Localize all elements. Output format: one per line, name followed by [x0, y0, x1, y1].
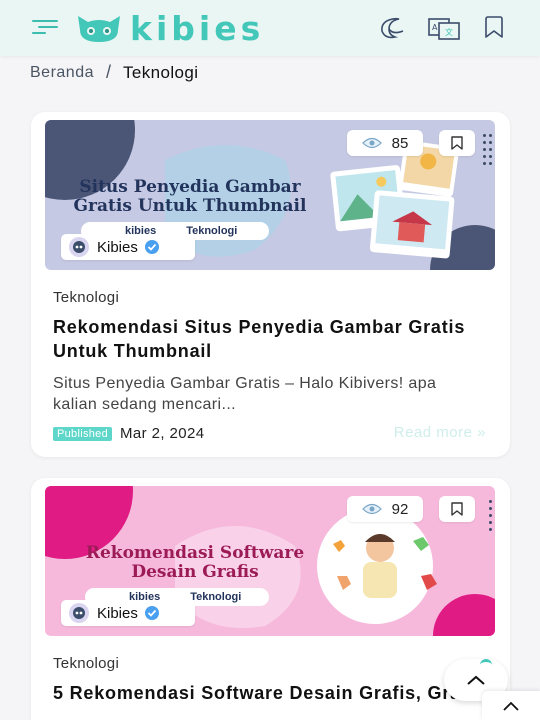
thumbnail-title: Situs Penyedia Gambar Gratis Untuk Thumb…: [45, 178, 335, 216]
bookmark-icon[interactable]: [482, 15, 506, 41]
view-count-badge: 85: [347, 130, 423, 156]
post-card: Situs Penyedia Gambar Gratis Untuk Thumb…: [31, 112, 510, 457]
view-count: 92: [391, 500, 409, 518]
author-chip[interactable]: Kibies: [61, 234, 195, 260]
menu-icon[interactable]: [32, 16, 58, 38]
breadcrumb-current: Teknologi: [123, 62, 199, 82]
post-category[interactable]: Teknologi: [53, 655, 119, 672]
avatar: [69, 237, 89, 257]
post-thumbnail[interactable]: Situs Penyedia Gambar Gratis Untuk Thumb…: [45, 120, 495, 270]
post-thumbnail[interactable]: Rekomendasi Software Desain Grafis kibie…: [45, 486, 495, 636]
svg-text:A: A: [432, 23, 438, 32]
chevron-up-icon: [503, 701, 519, 711]
brand-name: kibies: [130, 8, 265, 48]
author-chip[interactable]: Kibies: [61, 600, 195, 626]
thumbnail-title-line-2: Desain Grafis: [131, 562, 259, 582]
thumbnail-title-line-1: Situs Penyedia Gambar: [79, 177, 301, 197]
bookmark-button[interactable]: [439, 130, 475, 156]
post-category[interactable]: Teknologi: [53, 289, 119, 306]
thumbnail-title: Rekomendasi Software Desain Grafis: [45, 544, 345, 582]
scroll-progress-indicator: [480, 659, 492, 665]
site-header: kibies A文: [0, 0, 540, 56]
thumbnail-title-line-2: Gratis Untuk Thumbnail: [73, 196, 307, 216]
bookmark-icon: [451, 502, 463, 516]
thumbnail-pill-tag: Teknologi: [190, 591, 242, 603]
verified-badge-icon: [144, 240, 159, 254]
author-name: Kibies: [97, 604, 138, 622]
chevron-up-icon: [467, 675, 485, 685]
view-count: 85: [391, 134, 409, 152]
post-card: Rekomendasi Software Desain Grafis kibie…: [31, 478, 510, 720]
post-excerpt: Situs Penyedia Gambar Gratis – Halo Kibi…: [53, 375, 437, 413]
translate-icon[interactable]: A文: [428, 15, 460, 41]
view-count-badge: 92: [347, 496, 423, 522]
post-date: Mar 2, 2024: [120, 425, 205, 442]
logo-cat-icon: [78, 16, 120, 42]
decorative-dots: [489, 500, 495, 535]
post-title[interactable]: 5 Rekomendasi Software Desain Grafis, Gr…: [53, 681, 493, 705]
eye-icon: [361, 503, 382, 515]
read-more-link[interactable]: Read more »: [394, 424, 486, 441]
breadcrumb: Beranda / Teknologi: [30, 62, 198, 83]
post-title[interactable]: Rekomendasi Situs Penyedia Gambar Gratis…: [53, 315, 493, 363]
author-name: Kibies: [97, 238, 138, 256]
back-to-top-button[interactable]: [482, 691, 540, 720]
breadcrumb-home-link[interactable]: Beranda: [30, 64, 94, 82]
svg-text:文: 文: [445, 27, 453, 37]
verified-badge-icon: [144, 606, 159, 620]
bookmark-icon: [451, 136, 463, 150]
status-badge: Published: [53, 426, 113, 441]
eye-icon: [361, 137, 382, 149]
moon-icon[interactable]: [379, 15, 407, 41]
site-logo[interactable]: kibies: [74, 7, 264, 49]
thumbnail-title-line-1: Rekomendasi Software: [85, 543, 305, 563]
breadcrumb-separator: /: [106, 62, 112, 82]
post-meta: Published Mar 2, 2024: [53, 425, 204, 442]
avatar: [69, 603, 89, 623]
decorative-dots: [483, 134, 495, 169]
bookmark-button[interactable]: [439, 496, 475, 522]
